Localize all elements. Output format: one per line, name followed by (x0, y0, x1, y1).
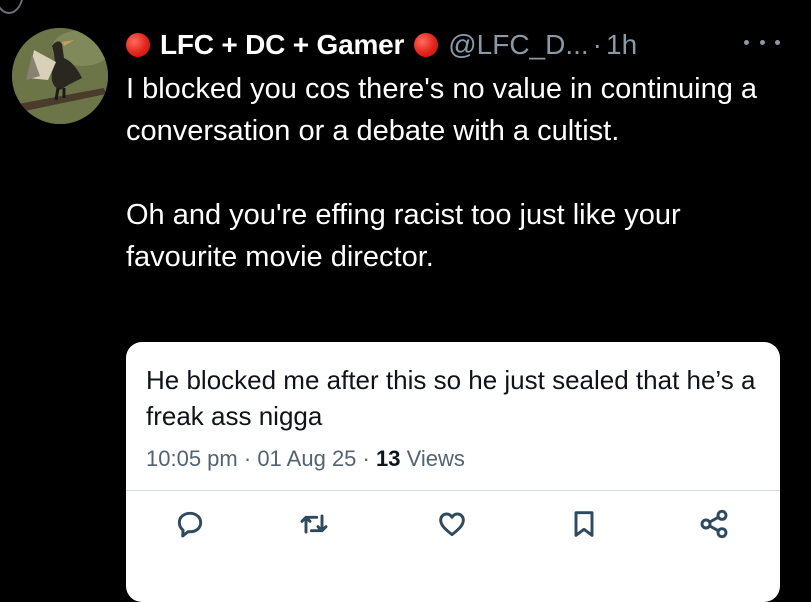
views-count: 13 (376, 446, 401, 471)
tweet-paragraph: I blocked you cos there's no value in co… (126, 73, 758, 147)
share-icon (700, 509, 728, 539)
like-icon (439, 512, 465, 537)
user-handle[interactable]: @LFC_D... (448, 29, 588, 61)
quoted-tweet-date[interactable]: 01 Aug 25 (257, 446, 356, 471)
meta-separator: · (243, 446, 252, 471)
reply-button[interactable] (174, 508, 210, 544)
share-button[interactable] (698, 508, 734, 544)
bookmark-icon (574, 511, 594, 537)
tweet-paragraph: Oh and you're effing racist too just lik… (126, 199, 681, 273)
action-bar (126, 508, 780, 544)
previous-avatar-edge (0, 0, 24, 14)
tweet-timestamp[interactable]: 1h (606, 29, 637, 61)
tweet-header: LFC + DC + Gamer @LFC_D... · 1h (126, 26, 637, 64)
reply-icon (177, 511, 203, 538)
quoted-tweet-time[interactable]: 10:05 pm (146, 446, 238, 471)
more-horizontal-icon (744, 39, 749, 45)
more-options-button[interactable] (744, 30, 780, 54)
avatar[interactable] (12, 28, 108, 124)
retweet-icon (300, 514, 328, 534)
like-button[interactable] (436, 508, 472, 544)
quoted-tweet-meta: 10:05 pm · 01 Aug 25 · 13 Views (146, 446, 465, 472)
card-divider (126, 490, 780, 491)
display-name[interactable]: LFC + DC + Gamer (160, 29, 404, 61)
red-circle-icon (414, 33, 439, 57)
quoted-tweet-text: He blocked me after this so he just seal… (146, 365, 756, 431)
meta-separator: · (362, 446, 370, 471)
bird-photo-icon (12, 28, 108, 124)
views-label: Views (406, 446, 465, 471)
quoted-tweet-card[interactable]: He blocked me after this so he just seal… (126, 342, 780, 602)
bookmark-button[interactable] (568, 508, 604, 544)
retweet-button[interactable] (298, 508, 334, 544)
red-circle-icon (126, 33, 150, 57)
header-separator: · (592, 29, 602, 60)
tweet-body: I blocked you cos there's no value in co… (126, 68, 798, 278)
